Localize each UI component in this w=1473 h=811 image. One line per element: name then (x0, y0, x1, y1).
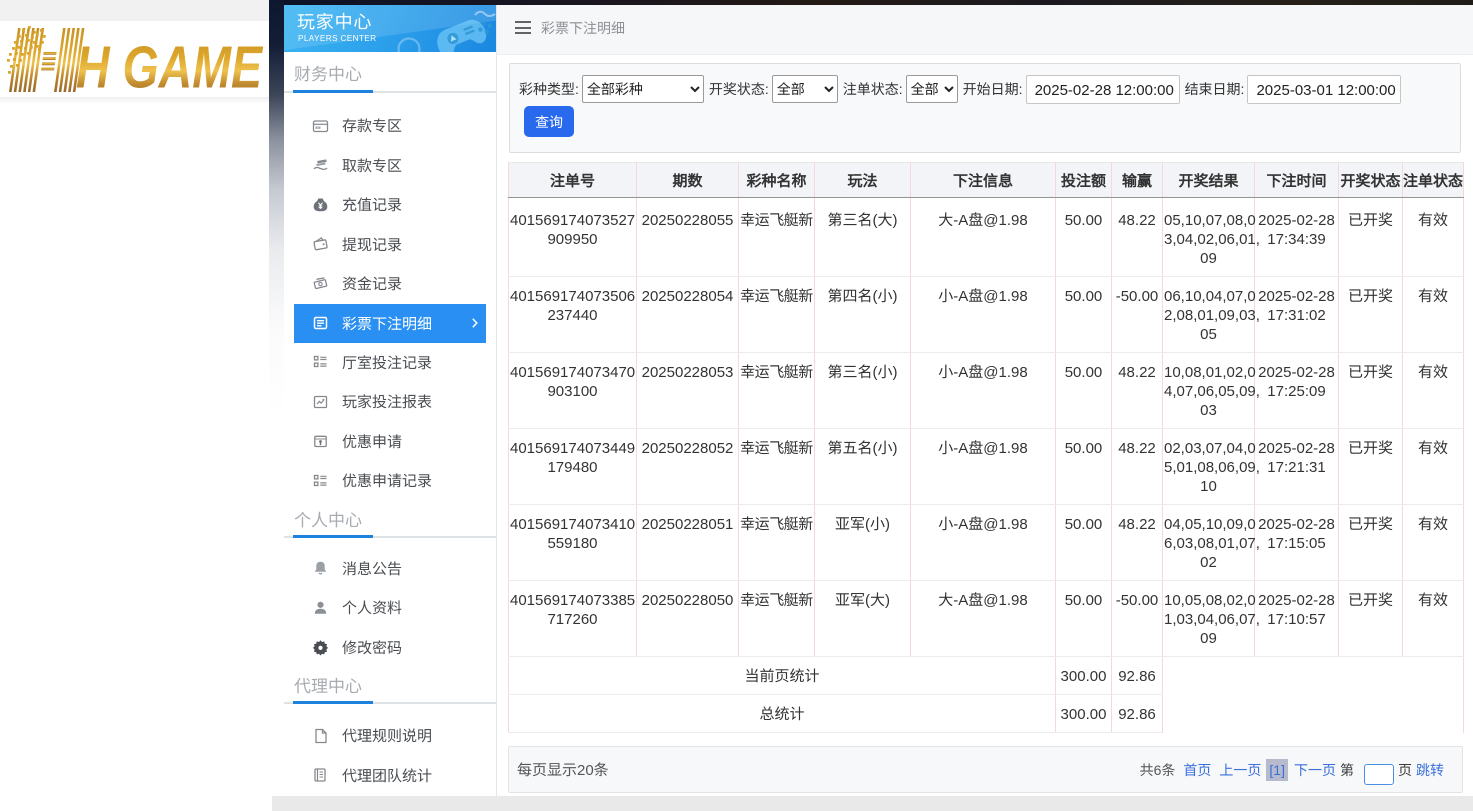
svg-text:H GAME: H GAME (76, 35, 263, 98)
